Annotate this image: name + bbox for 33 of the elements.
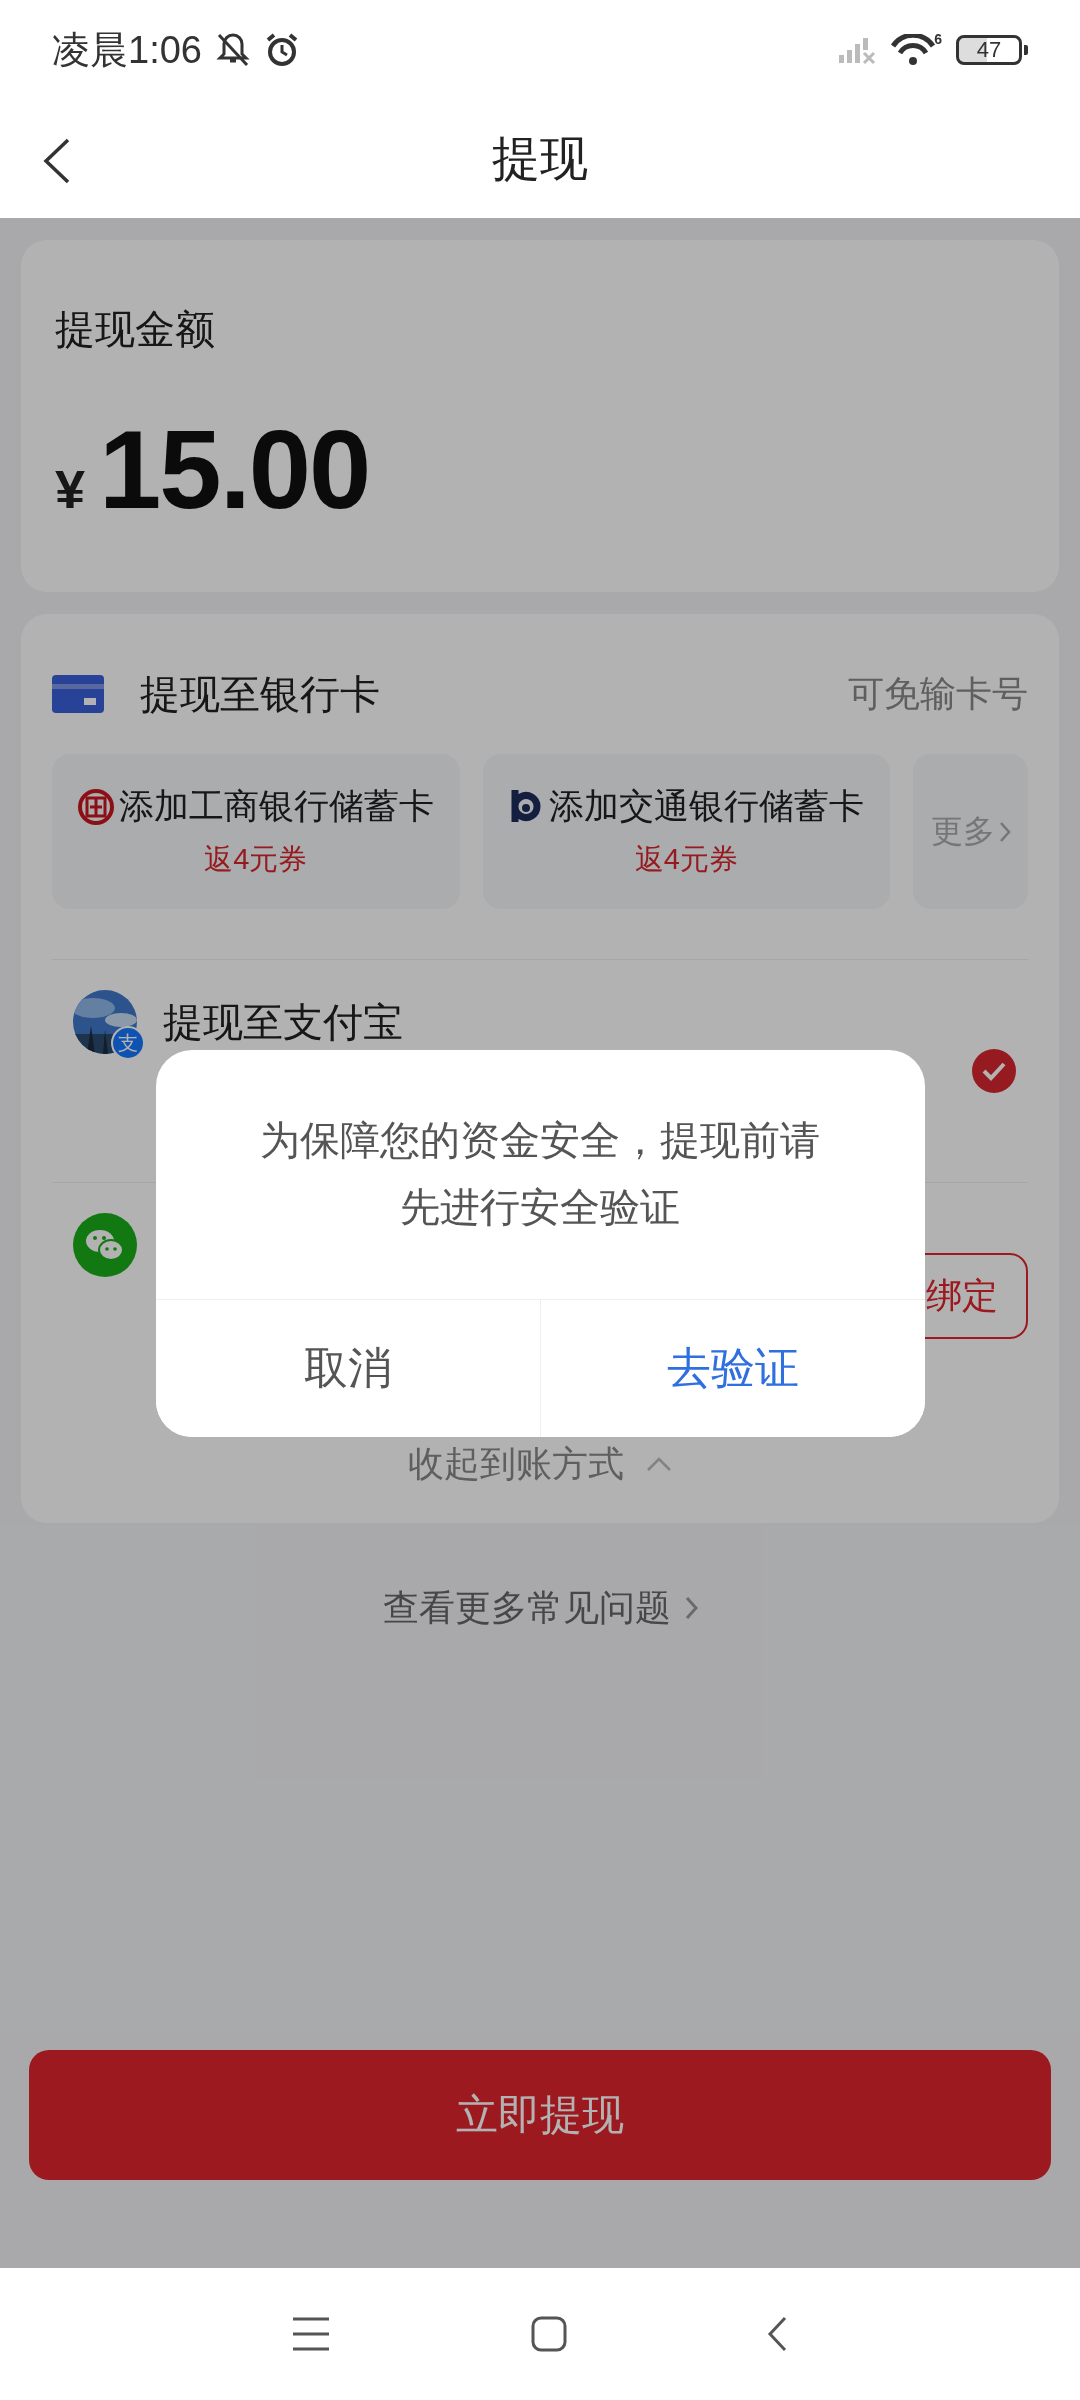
dialog-message: 为保障您的资金安全，提现前请先进行安全验证 [259,1117,821,1231]
withdraw-button[interactable]: 立即提现 [29,2050,1051,2180]
faq-link[interactable]: 查看更多常见问题 [382,1583,671,1633]
home-icon[interactable] [531,2316,567,2352]
mute-bell-icon [215,32,250,68]
amount-label: 提现金额 [55,306,216,353]
back-icon[interactable] [767,2316,789,2352]
bank-card-icon [52,675,104,713]
bank-option[interactable]: 添加工商银行储蓄卡 返4元券 [52,754,460,909]
collapse-link[interactable]: 收起到账方式 [408,1439,624,1489]
chevron-up-icon [646,1456,672,1472]
menu-icon[interactable] [291,2316,331,2352]
payment-badge: 支 [111,1026,145,1060]
verify-button[interactable]: 去验证 [539,1299,925,1437]
section-title: 提现至银行卡 [140,670,381,718]
page-title: 提现 [492,131,588,187]
bank-name: 添加工商银行储蓄卡 [119,785,435,827]
bank-option[interactable]: 添加交通银行储蓄卡 返4元券 [482,754,891,909]
amount-value: 15.00 [99,406,370,534]
option-title: 提现至支付宝 [163,999,403,1046]
section-hint: 可免输卡号 [848,671,1028,716]
network-type: 6 [934,31,942,47]
promo-text: 返4元券 [634,842,738,877]
battery-level: 47 [976,39,1002,61]
currency-symbol: ¥ [55,458,86,520]
chat-bubbles-icon [73,1213,137,1277]
chevron-right-icon [998,820,1011,843]
bank-logo-icon [77,787,116,826]
signal-icon [838,35,877,65]
promo-text: 返4元券 [204,842,308,877]
bank-name: 添加交通银行储蓄卡 [548,785,864,827]
chevron-right-icon [684,1596,698,1620]
status-time: 凌晨1:06 [52,27,202,73]
